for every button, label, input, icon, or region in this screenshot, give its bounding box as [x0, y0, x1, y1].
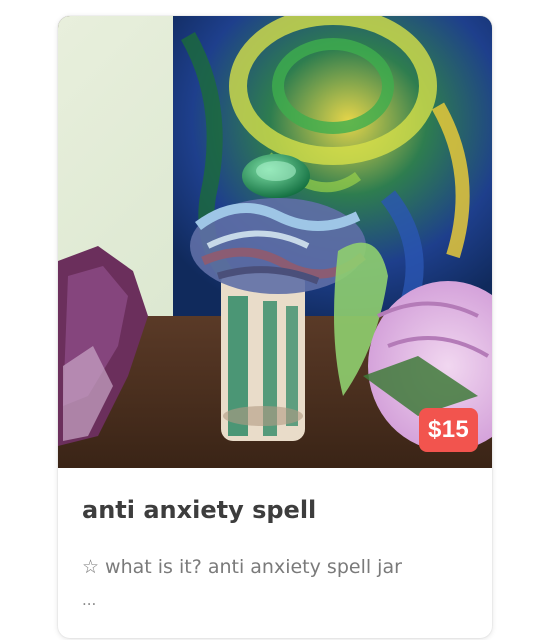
listing-card[interactable]: $15 anti anxiety spell ☆ what is it? anti…: [58, 16, 492, 638]
description-text: what is it? anti anxiety spell jar: [105, 556, 402, 578]
description-ellipsis: ...: [82, 591, 97, 609]
price-badge: $15: [419, 408, 478, 452]
star-icon: ☆: [82, 556, 100, 578]
listing-description: ☆ what is it? anti anxiety spell jar: [82, 552, 472, 582]
spell-jar-photo: [58, 16, 492, 468]
listing-title[interactable]: anti anxiety spell: [82, 496, 316, 524]
listing-photo[interactable]: $15: [58, 16, 492, 468]
